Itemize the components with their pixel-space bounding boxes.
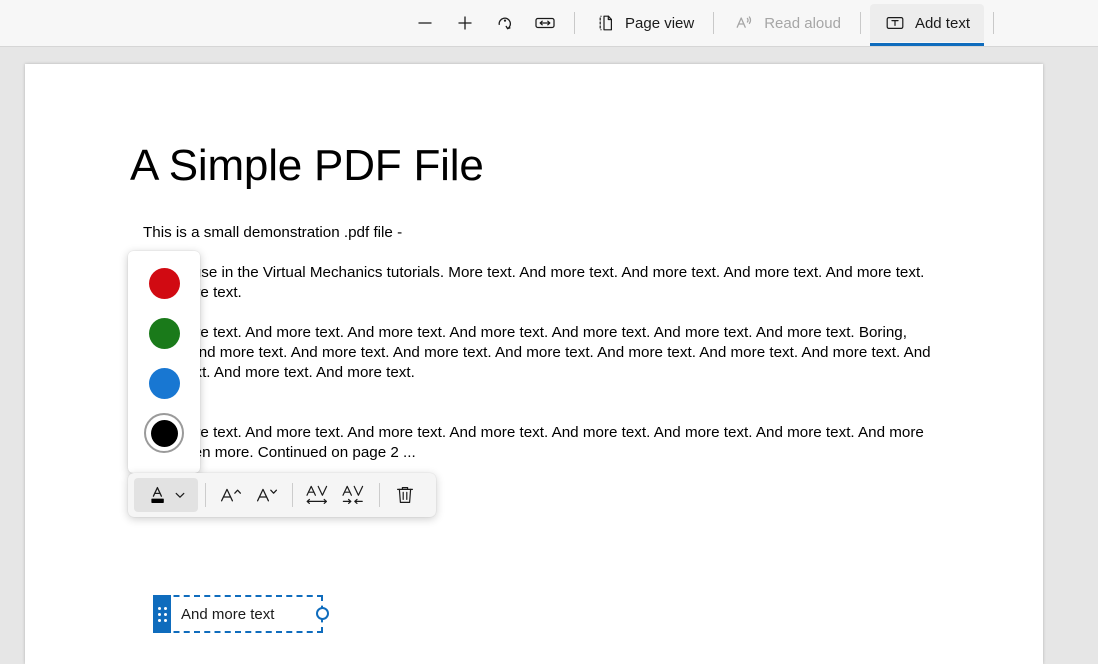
color-swatch-red[interactable] bbox=[144, 267, 184, 299]
text-format-toolbar bbox=[128, 473, 436, 517]
color-swatch-green[interactable] bbox=[144, 317, 184, 349]
minus-icon bbox=[415, 13, 435, 33]
text-box-resize-handle[interactable] bbox=[316, 607, 329, 620]
swatch-circle-icon bbox=[150, 419, 178, 447]
fit-width-icon bbox=[533, 13, 557, 33]
toolbar-divider-1 bbox=[574, 12, 575, 34]
font-color-icon bbox=[146, 483, 170, 507]
font-decrease-icon bbox=[254, 483, 280, 507]
zoom-in-button[interactable] bbox=[445, 6, 485, 40]
document-paragraph: This is a small demonstration .pdf file … bbox=[143, 224, 403, 241]
fit-to-width-button[interactable] bbox=[525, 6, 565, 40]
swatch-circle-icon bbox=[148, 367, 180, 399]
toolbar-divider-3 bbox=[859, 12, 861, 34]
chevron-down-icon bbox=[173, 488, 187, 502]
add-text-icon bbox=[884, 12, 906, 34]
swatch-circle-icon bbox=[148, 267, 180, 299]
text-box-drag-handle[interactable] bbox=[153, 595, 171, 633]
text-toolbar-divider-3 bbox=[379, 483, 380, 507]
zoom-out-button[interactable] bbox=[405, 6, 445, 40]
decrease-font-size-button[interactable] bbox=[249, 478, 285, 512]
read-aloud-label: Read aloud bbox=[764, 14, 841, 32]
color-swatch-blue[interactable] bbox=[144, 367, 184, 399]
read-aloud-button[interactable]: Read aloud bbox=[723, 6, 851, 40]
grip-dots-icon bbox=[157, 606, 167, 622]
page-view-icon bbox=[594, 12, 616, 34]
page-title: A Simple PDF File bbox=[130, 141, 484, 190]
document-paragraph: just for use in the Virtual Mechanics tu… bbox=[143, 264, 925, 301]
decrease-text-spacing-button[interactable] bbox=[336, 478, 372, 512]
trash-icon bbox=[393, 483, 417, 507]
swatch-circle-icon bbox=[148, 317, 180, 349]
increase-text-spacing-button[interactable] bbox=[300, 478, 336, 512]
text-annotation-box[interactable]: And more text bbox=[153, 595, 329, 633]
increase-font-size-button[interactable] bbox=[213, 478, 249, 512]
color-picker-flyout[interactable] bbox=[128, 251, 200, 473]
text-toolbar-divider-1 bbox=[205, 483, 206, 507]
spacing-decrease-icon bbox=[340, 482, 368, 508]
plus-icon bbox=[455, 13, 475, 33]
toolbar-divider-4 bbox=[993, 12, 994, 34]
rotate-icon bbox=[494, 12, 516, 34]
top-toolbar: Page view Read aloud Add text bbox=[0, 0, 1098, 47]
text-color-button[interactable] bbox=[134, 478, 198, 512]
read-aloud-icon bbox=[733, 12, 755, 34]
text-box-value[interactable]: And more text bbox=[181, 595, 274, 633]
toolbar-divider-2 bbox=[713, 12, 715, 34]
page-view-label: Page view bbox=[625, 14, 695, 32]
page-view-button[interactable]: Page view bbox=[584, 6, 704, 40]
delete-button[interactable] bbox=[387, 478, 423, 512]
font-increase-icon bbox=[218, 483, 244, 507]
text-toolbar-divider-2 bbox=[292, 483, 293, 507]
add-text-button[interactable]: Add text bbox=[869, 4, 985, 46]
add-text-label: Add text bbox=[914, 14, 970, 32]
color-swatch-black[interactable] bbox=[144, 413, 184, 453]
spacing-increase-icon bbox=[304, 482, 332, 508]
rotate-button[interactable] bbox=[485, 6, 525, 40]
document-paragraph: And more text. And more text. And more t… bbox=[143, 324, 931, 381]
document-paragraph: And more text. And more text. And more t… bbox=[143, 424, 924, 461]
